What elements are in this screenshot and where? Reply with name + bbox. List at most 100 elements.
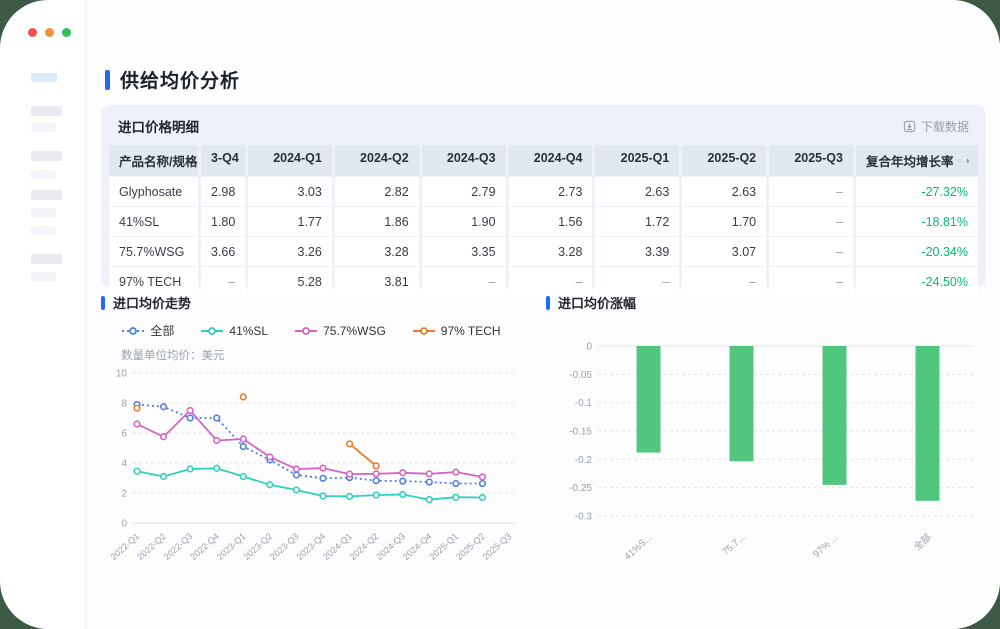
table-title: 进口价格明细 bbox=[118, 116, 199, 136]
svg-text:2: 2 bbox=[121, 489, 127, 500]
value-cell: – bbox=[769, 237, 853, 266]
legend-marker-icon bbox=[412, 326, 436, 336]
value-cell: 3.03 bbox=[248, 177, 332, 206]
sidebar-skeleton-item[interactable] bbox=[31, 190, 62, 200]
svg-text:41%S...: 41%S... bbox=[622, 532, 654, 562]
unit-label: 数量单位均价：美元 bbox=[121, 347, 521, 363]
value-cell: 2.79 bbox=[422, 177, 506, 206]
value-cell: 1.72 bbox=[595, 207, 679, 236]
value-cell: – bbox=[509, 267, 593, 296]
value-cell: 1.80 bbox=[201, 207, 245, 236]
value-cell: 2.98 bbox=[201, 177, 245, 206]
close-window-button[interactable] bbox=[28, 28, 37, 37]
sidebar-skeleton-item[interactable] bbox=[31, 123, 56, 132]
value-cell: – bbox=[769, 267, 853, 296]
info-icon[interactable] bbox=[958, 155, 963, 167]
table-header-row: 产品名称/规格3-Q42024-Q12024-Q22024-Q32024-Q42… bbox=[109, 145, 978, 176]
value-cell: – bbox=[595, 267, 679, 296]
value-cell: 1.70 bbox=[682, 207, 766, 236]
legend-label: 75.7%WSG bbox=[323, 324, 386, 338]
sidebar-skeleton-item[interactable] bbox=[31, 106, 62, 116]
table-row[interactable]: 75.7%WSG3.663.263.283.353.283.393.07–-20… bbox=[109, 237, 978, 266]
value-cell: – bbox=[769, 207, 853, 236]
value-cell: – bbox=[682, 267, 766, 296]
svg-text:-0.2: -0.2 bbox=[575, 455, 593, 466]
title-accent-bar bbox=[105, 70, 110, 90]
value-cell: 3.26 bbox=[248, 237, 332, 266]
line-chart-title: 进口均价走势 bbox=[113, 293, 191, 312]
download-icon bbox=[903, 120, 916, 133]
svg-text:75.7...: 75.7... bbox=[721, 532, 748, 558]
bar-chart[interactable]: 0-0.05-0.1-0.15-0.2-0.25-0.341%S...75.7.… bbox=[546, 324, 986, 586]
product-name-cell: Glyphosate bbox=[109, 177, 198, 206]
sidebar-skeleton-item[interactable] bbox=[31, 73, 57, 82]
sidebar-skeleton-item[interactable] bbox=[31, 254, 62, 264]
legend-item[interactable]: 97% TECH bbox=[412, 322, 501, 339]
legend-item[interactable]: 75.7%WSG bbox=[294, 322, 386, 339]
line-chart[interactable]: 02468102022-Q12022-Q22022-Q32022-Q42023-… bbox=[101, 363, 521, 585]
svg-text:全部: 全部 bbox=[911, 531, 933, 553]
svg-text:-0.25: -0.25 bbox=[569, 483, 592, 494]
sidebar-skeleton-item[interactable] bbox=[31, 170, 56, 179]
value-cell: 3.28 bbox=[335, 237, 419, 266]
value-cell: 1.56 bbox=[509, 207, 593, 236]
value-cell: 2.63 bbox=[595, 177, 679, 206]
legend-item[interactable]: 全部 bbox=[121, 322, 174, 339]
value-cell: 1.77 bbox=[248, 207, 332, 236]
sidebar-skeleton-item[interactable] bbox=[31, 208, 56, 217]
page-title-row: 供给均价分析 bbox=[105, 66, 240, 93]
cagr-cell: -20.34% bbox=[856, 237, 978, 266]
cagr-cell: -27.32% bbox=[856, 177, 978, 206]
value-cell: 2.73 bbox=[509, 177, 593, 206]
value-cell: 5.28 bbox=[248, 267, 332, 296]
column-header: 2024-Q3 bbox=[422, 145, 506, 176]
minimize-window-button[interactable] bbox=[45, 28, 54, 37]
svg-text:0: 0 bbox=[586, 342, 592, 353]
cagr-cell: -18.81% bbox=[856, 207, 978, 236]
sort-icon[interactable] bbox=[966, 155, 970, 167]
column-header: 2024-Q4 bbox=[509, 145, 593, 176]
legend-item[interactable]: 41%SL bbox=[200, 322, 268, 339]
table-row[interactable]: Glyphosate2.983.032.822.792.732.632.63–-… bbox=[109, 177, 978, 206]
value-cell: 3.07 bbox=[682, 237, 766, 266]
sidebar-skeleton-item[interactable] bbox=[31, 272, 56, 281]
value-cell: 3.28 bbox=[509, 237, 593, 266]
column-header: 2025-Q3 bbox=[769, 145, 853, 176]
legend-label: 97% TECH bbox=[441, 324, 501, 338]
column-header[interactable]: 复合年均增长率 bbox=[856, 145, 978, 176]
column-header: 2025-Q2 bbox=[682, 145, 766, 176]
column-header: 2024-Q2 bbox=[335, 145, 419, 176]
window-controls bbox=[28, 28, 71, 37]
cagr-cell: -24.50% bbox=[856, 267, 978, 296]
sidebar-skeleton-item[interactable] bbox=[31, 226, 56, 235]
value-cell: – bbox=[201, 267, 245, 296]
legend-marker-icon bbox=[294, 326, 318, 336]
legend-label: 全部 bbox=[150, 322, 174, 339]
price-detail-card: 进口价格明细 下载数据 产品名称/规格3-Q42024-Q12024-Q2202… bbox=[101, 105, 986, 287]
table-body: Glyphosate2.983.032.822.792.732.632.63–-… bbox=[109, 177, 978, 296]
table-row[interactable]: 97% TECH–5.283.81–––––-24.50% bbox=[109, 267, 978, 296]
svg-text:8: 8 bbox=[121, 399, 127, 410]
value-cell: – bbox=[422, 267, 506, 296]
download-data-button[interactable]: 下载数据 bbox=[903, 118, 969, 135]
svg-text:0: 0 bbox=[121, 519, 127, 530]
value-cell: 1.90 bbox=[422, 207, 506, 236]
legend-label: 41%SL bbox=[229, 324, 268, 338]
line-chart-panel: 进口均价走势 全部 41%SL 75.7%WSG 97% TECH 数量单位均价：美元… bbox=[101, 293, 521, 590]
svg-text:4: 4 bbox=[121, 459, 127, 470]
value-cell: 2.82 bbox=[335, 177, 419, 206]
legend-marker-icon bbox=[121, 326, 145, 336]
column-header: 2025-Q1 bbox=[595, 145, 679, 176]
download-label: 下载数据 bbox=[921, 118, 969, 135]
sidebar-skeleton-item[interactable] bbox=[31, 151, 62, 161]
svg-text:6: 6 bbox=[121, 429, 127, 440]
svg-text:-0.1: -0.1 bbox=[575, 398, 593, 409]
svg-text:97% ...: 97% ... bbox=[811, 532, 840, 560]
value-cell: 3.39 bbox=[595, 237, 679, 266]
value-cell: 3.35 bbox=[422, 237, 506, 266]
svg-text:2025-Q3: 2025-Q3 bbox=[481, 531, 514, 562]
maximize-window-button[interactable] bbox=[62, 28, 71, 37]
main-content: 供给均价分析 进口价格明细 下载数据 产品名称/规格3-Q42024-Q1202… bbox=[85, 0, 1000, 629]
line-chart-legend: 全部 41%SL 75.7%WSG 97% TECH bbox=[101, 322, 521, 339]
table-row[interactable]: 41%SL1.801.771.861.901.561.721.70–-18.81… bbox=[109, 207, 978, 236]
